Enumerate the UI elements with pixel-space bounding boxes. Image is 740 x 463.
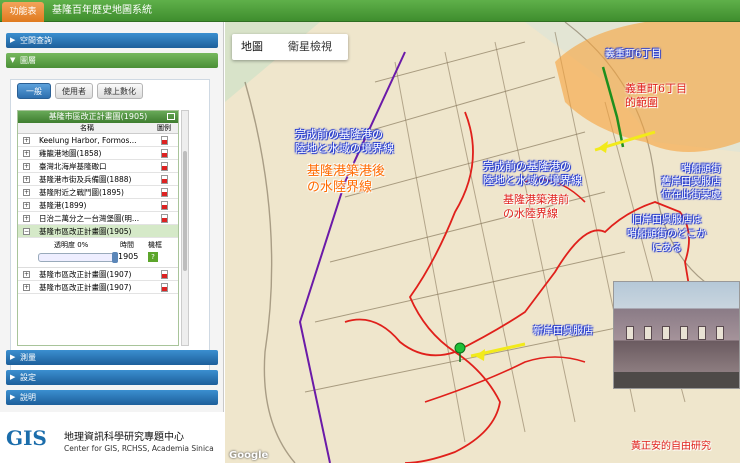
chevron-right-icon: ▶	[10, 393, 16, 401]
tab-online-digitize[interactable]: 線上數化	[97, 83, 143, 99]
table-row[interactable]: + 基隆港(1899)	[18, 199, 178, 212]
annotation-boundary-jp: 完成前の基隆港の 陸地と水域の境界線	[295, 128, 394, 155]
section-spatial-query[interactable]: ▶ 空間查詢	[6, 33, 218, 48]
expand-icon[interactable]: +	[23, 202, 30, 209]
chevron-right-icon: ▶	[10, 36, 16, 44]
layer-panel: 一般 使用者 線上數化 基隆市區改正計畫圖(1905) 名稱 圖例 + Keelu…	[10, 79, 210, 373]
grid-title: 基隆市區改正計畫圖(1905)	[18, 111, 178, 123]
legend-icon	[161, 270, 168, 279]
annotation-kishida-jp: 旧岸田呉服店は 哨船頭街のどこか にある	[627, 215, 707, 254]
section-settings[interactable]: ▶ 設定	[6, 370, 218, 385]
table-row[interactable]: + 臺灣北海岸基隆礮口	[18, 160, 178, 173]
annotation-yijuncho-range: 義重町6丁目 的範圍	[625, 82, 687, 109]
time-label: 時間	[120, 241, 134, 249]
map-type-map-button[interactable]: 地圖	[232, 34, 272, 60]
col-name: 名稱	[80, 124, 94, 132]
layer-options: 透明度 0% 時間 機框 1905 ?	[18, 238, 178, 268]
col-legend: 圖例	[157, 124, 171, 132]
layer-name: 雞籠港地圖(1858)	[39, 149, 102, 158]
center-name: 地理資訊科學研究專題中心	[64, 432, 184, 443]
collapse-icon[interactable]	[167, 113, 175, 120]
grid-column-header: 名稱 圖例	[18, 123, 178, 134]
annotation-boundary-jp-2: 完成前の基隆港の 陸地と水域の境界線	[483, 160, 582, 187]
footer-logo: GIS 地理資訊科學研究專題中心 Center for GIS, RCHSS, …	[0, 412, 224, 463]
expand-icon[interactable]: +	[23, 137, 30, 144]
credit-text: 黃正安的自由研究	[631, 441, 711, 452]
frame-label: 機框	[148, 241, 162, 249]
tab-user[interactable]: 使用者	[55, 83, 93, 99]
chevron-right-icon: ▶	[10, 373, 16, 381]
section-layers[interactable]: ▼ 圖層	[6, 53, 218, 68]
expand-icon[interactable]: +	[23, 284, 30, 291]
layer-name: 基隆市區改正計畫圖(1907)	[39, 283, 132, 292]
legend-icon	[161, 175, 168, 184]
time-value[interactable]: 1905	[118, 252, 138, 261]
legend-icon	[161, 283, 168, 292]
section-measure[interactable]: ▶ 測量	[6, 350, 218, 365]
legend-icon	[161, 136, 168, 145]
table-row[interactable]: + 基隆港市街及兵備圖(1888)	[18, 173, 178, 186]
collapse-icon[interactable]: −	[23, 228, 30, 235]
table-row-selected[interactable]: − 基隆市區改正計畫圖(1905)	[18, 225, 178, 238]
map-type-satellite-button[interactable]: 衛星檢視	[276, 34, 344, 60]
opacity-label: 透明度 0%	[54, 241, 89, 249]
annotation-after-port: 基隆港築港後 の水陸界線	[307, 164, 386, 195]
legend-icon	[161, 149, 168, 158]
layer-name: Keelung Harbor, Formos...	[39, 136, 137, 145]
expand-icon[interactable]: +	[23, 176, 30, 183]
chevron-right-icon: ▶	[10, 353, 16, 361]
table-row[interactable]: + 基隆市區改正計畫圖(1907)	[18, 268, 178, 281]
annotation-new-kishida: 新岸田呉服店	[533, 326, 593, 337]
expand-icon[interactable]: +	[23, 163, 30, 170]
table-row[interactable]: + 雞籠港地圖(1858)	[18, 147, 178, 160]
chevron-down-icon: ▼	[10, 56, 16, 64]
expand-icon[interactable]: +	[23, 271, 30, 278]
annotation-yijuncho-label: 義重町6丁目	[605, 49, 662, 60]
map-type-control: 地圖 衛星檢視	[232, 34, 348, 60]
layer-name: 基隆附近之戰鬥圖(1895)	[39, 188, 124, 197]
layer-name: 臺灣北海岸基隆礮口	[39, 162, 107, 171]
sidebar: ▶ 空間查詢 ▼ 圖層 一般 使用者 線上數化 基隆市區改正計畫圖(1905) …	[0, 22, 224, 463]
layer-name: 基隆港市街及兵備圖(1888)	[39, 175, 132, 184]
annotation-shaochuantou: 哨船頭街 舊岸田吳服店 位在此街某處	[661, 164, 721, 201]
top-bar: 功能表 基隆百年歷史地圖系統	[0, 0, 740, 22]
function-menu-tab[interactable]: 功能表	[2, 2, 44, 22]
section-label: 設定	[20, 373, 36, 382]
section-label: 測量	[20, 353, 36, 362]
expand-icon[interactable]: +	[23, 189, 30, 196]
layer-name: 基隆港(1899)	[39, 201, 87, 210]
app-title: 基隆百年歷史地圖系統	[52, 5, 152, 16]
google-logo: Google	[229, 450, 269, 461]
grid-title-text: 基隆市區改正計畫圖(1905)	[48, 112, 148, 121]
table-row[interactable]: + 日治二萬分之一台灣堡圖(明...	[18, 212, 178, 225]
table-row[interactable]: + Keelung Harbor, Formos...	[18, 134, 178, 147]
layer-name: 基隆市區改正計畫圖(1907)	[39, 270, 132, 279]
legend-icon	[161, 162, 168, 171]
expand-icon[interactable]: +	[23, 215, 30, 222]
vertical-scrollbar[interactable]	[181, 110, 189, 346]
section-label: 圖層	[20, 56, 36, 65]
opacity-slider[interactable]	[38, 253, 116, 262]
legend-icon	[161, 188, 168, 197]
section-label: 說明	[20, 393, 36, 402]
table-row[interactable]: + 基隆附近之戰鬥圖(1895)	[18, 186, 178, 199]
expand-icon[interactable]: +	[23, 150, 30, 157]
legend-icon	[161, 214, 168, 223]
kishida-store-photo	[613, 281, 740, 389]
layer-name: 基隆市區改正計畫圖(1905)	[39, 227, 132, 236]
section-help[interactable]: ▶ 說明	[6, 390, 218, 405]
section-label: 空間查詢	[20, 36, 52, 45]
layer-grid: 基隆市區改正計畫圖(1905) 名稱 圖例 + Keelung Harbor, F…	[17, 110, 179, 346]
tab-general[interactable]: 一般	[17, 83, 51, 99]
scrollbar-thumb[interactable]	[183, 151, 187, 271]
center-name-english: Center for GIS, RCHSS, Academia Sinica	[64, 444, 214, 453]
layer-name: 日治二萬分之一台灣堡圖(明...	[39, 214, 140, 223]
legend-icon	[161, 201, 168, 210]
table-row[interactable]: + 基隆市區改正計畫圖(1907)	[18, 281, 178, 294]
help-icon[interactable]: ?	[148, 252, 158, 262]
map-canvas[interactable]: 地圖 衛星檢視 完成前の基隆港の 陸地と水域の境界線 基隆港築港後 の水陸界線 完成…	[225, 22, 740, 463]
annotation-before-port: 基隆港築港前 の水陸界線	[503, 193, 569, 220]
gis-logo: GIS	[6, 426, 47, 450]
